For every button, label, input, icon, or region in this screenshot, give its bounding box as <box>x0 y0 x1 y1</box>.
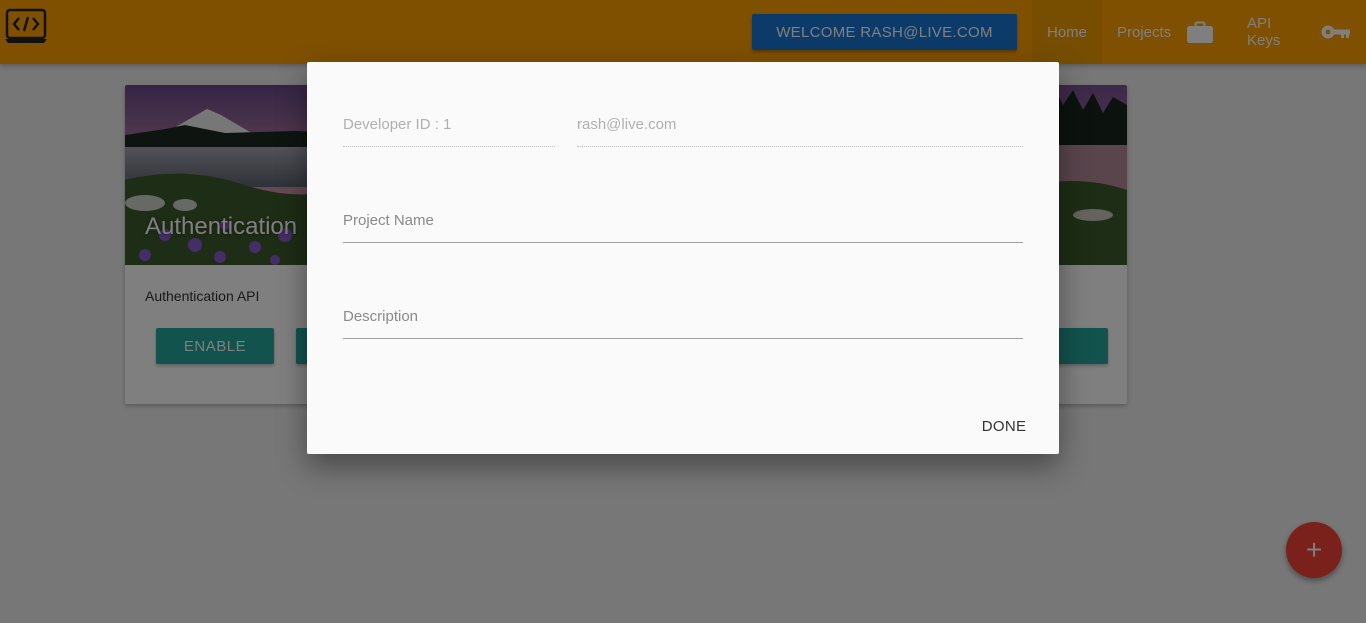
email-field: rash@live.com <box>577 116 1023 147</box>
developer-id-value: Developer ID : 1 <box>343 116 452 133</box>
project-name-placeholder: Project Name <box>343 212 434 229</box>
project-name-input[interactable]: Project Name <box>343 212 1023 243</box>
description-placeholder: Description <box>343 308 419 325</box>
description-input[interactable]: Description <box>343 308 1023 339</box>
done-button[interactable]: DONE <box>969 410 1039 442</box>
new-project-dialog: Developer ID : 1 rash@live.com Project N… <box>307 62 1059 454</box>
developer-id-field: Developer ID : 1 <box>343 116 555 147</box>
email-value: rash@live.com <box>577 116 677 133</box>
